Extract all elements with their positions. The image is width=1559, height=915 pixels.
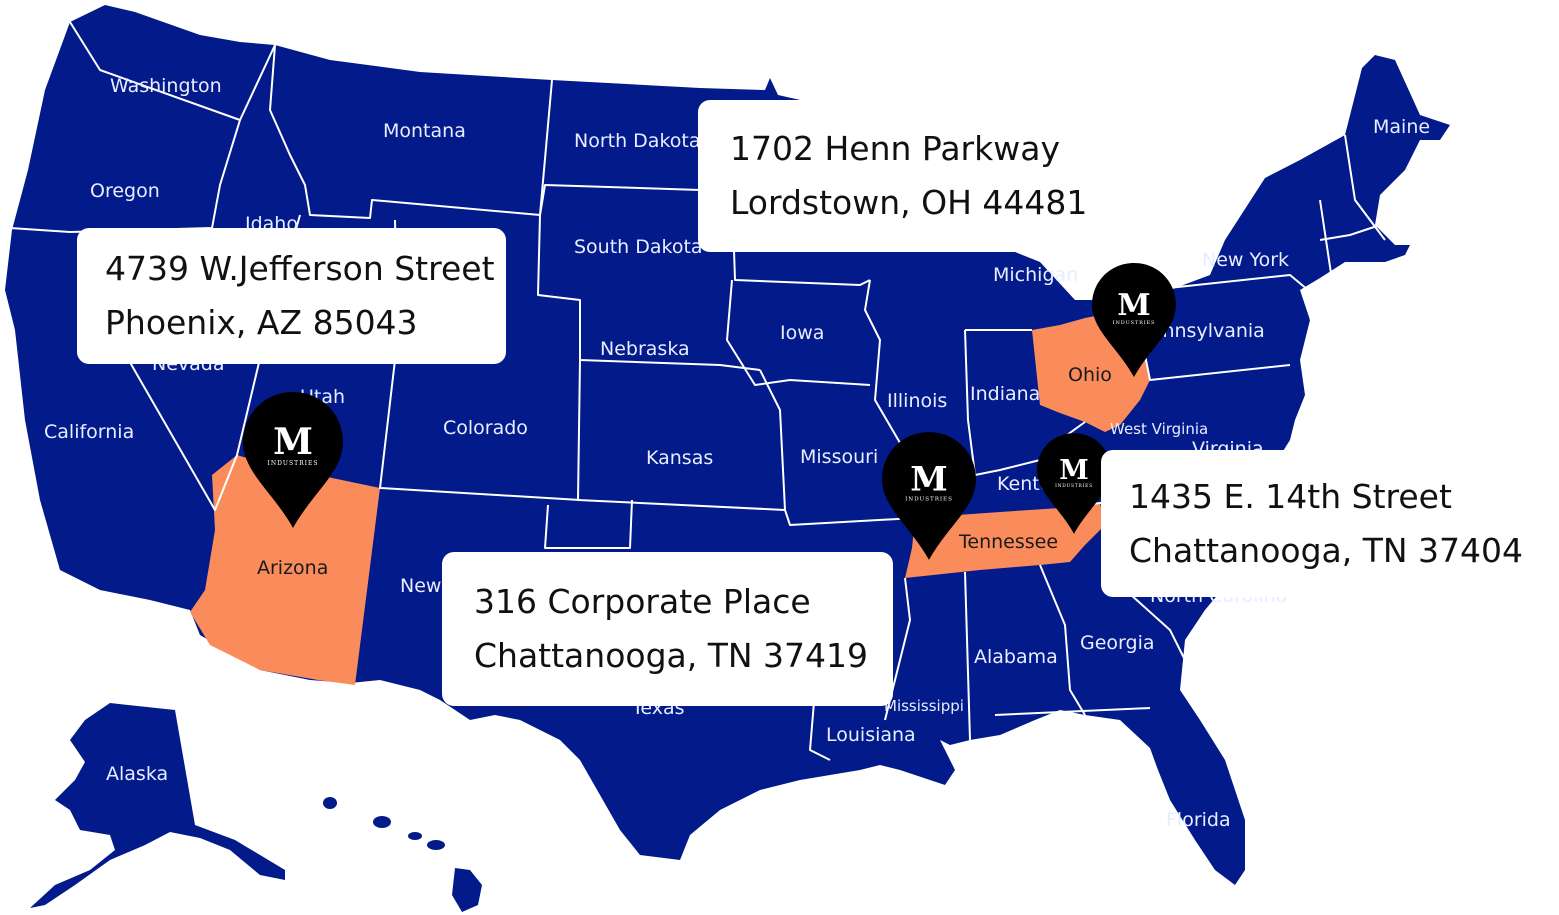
location-pin-chattanooga-37404[interactable]: M INDUSTRIES [1037,433,1111,534]
label-michigan: Michigan [993,264,1078,286]
map-pin-icon: M INDUSTRIES [882,432,976,560]
label-north-dakota: North Dakota [574,130,701,152]
address-line2: Phoenix, AZ 85043 [105,303,418,342]
label-louisiana: Louisiana [826,724,916,746]
address-card-lordstown: 1702 Henn Parkway Lordstown, OH 44481 [698,100,1108,252]
address-line1: 316 Corporate Place [474,582,811,621]
map-pin-icon: M INDUSTRIES [1092,263,1176,377]
label-california: California [44,421,134,443]
label-south-dakota: South Dakota [574,236,703,258]
label-kansas: Kansas [646,447,713,469]
pin-logo-caption: INDUSTRIES [268,460,319,467]
address-card-chattanooga-37419: 316 Corporate Place Chattanooga, TN 3741… [442,552,893,706]
label-iowa: Iowa [780,322,824,344]
location-pin-lordstown[interactable]: M INDUSTRIES [1092,263,1176,377]
label-indiana: Indiana [970,383,1040,405]
address-line1: 4739 W.Jefferson Street [105,249,495,288]
label-alaska: Alaska [106,763,168,785]
hawaii [323,797,482,912]
location-pin-chattanooga-37419[interactable]: M INDUSTRIES [882,432,976,560]
address-line2: Chattanooga, TN 37419 [474,636,869,675]
label-oregon: Oregon [90,180,160,202]
pin-logo-monogram: M [1059,455,1088,486]
label-nebraska: Nebraska [600,338,690,360]
label-west-virginia: West Virginia [1110,420,1208,438]
label-missouri: Missouri [800,446,878,468]
location-pin-phoenix[interactable]: M INDUSTRIES [243,392,343,528]
address-line1: 1702 Henn Parkway [730,129,1060,168]
address-line2: Chattanooga, TN 37404 [1129,530,1524,570]
address-card-phoenix: 4739 W.Jefferson Street Phoenix, AZ 8504… [77,228,506,364]
pin-logo-caption: INDUSTRIES [905,497,953,503]
label-florida: Florida [1166,809,1231,831]
label-colorado: Colorado [443,417,528,439]
pin-logo-monogram: M [273,421,313,463]
address-line1: 1435 E. 14th Street [1129,476,1452,516]
label-maine: Maine [1373,116,1430,138]
label-mississippi: Mississippi [884,697,964,715]
label-montana: Montana [383,120,466,142]
label-new-york: New York [1202,249,1289,271]
pin-logo-caption: INDUSTRIES [1113,320,1156,326]
label-georgia: Georgia [1080,632,1155,654]
pin-logo-monogram: M [1117,288,1150,323]
address-card-chattanooga-37404: 1435 E. 14th Street Chattanooga, TN 3740… [1101,450,1551,597]
map-pin-icon: M INDUSTRIES [243,392,343,528]
label-washington: Washington [110,75,222,97]
alaska [30,703,285,908]
pin-logo-caption: INDUSTRIES [1055,484,1093,489]
address-line2: Lordstown, OH 44481 [730,183,1088,222]
label-illinois: Illinois [887,390,947,412]
label-alabama: Alabama [974,646,1058,668]
pin-logo-monogram: M [910,458,947,498]
map-pin-icon: M INDUSTRIES [1037,433,1111,534]
label-arizona: Arizona [257,557,328,579]
